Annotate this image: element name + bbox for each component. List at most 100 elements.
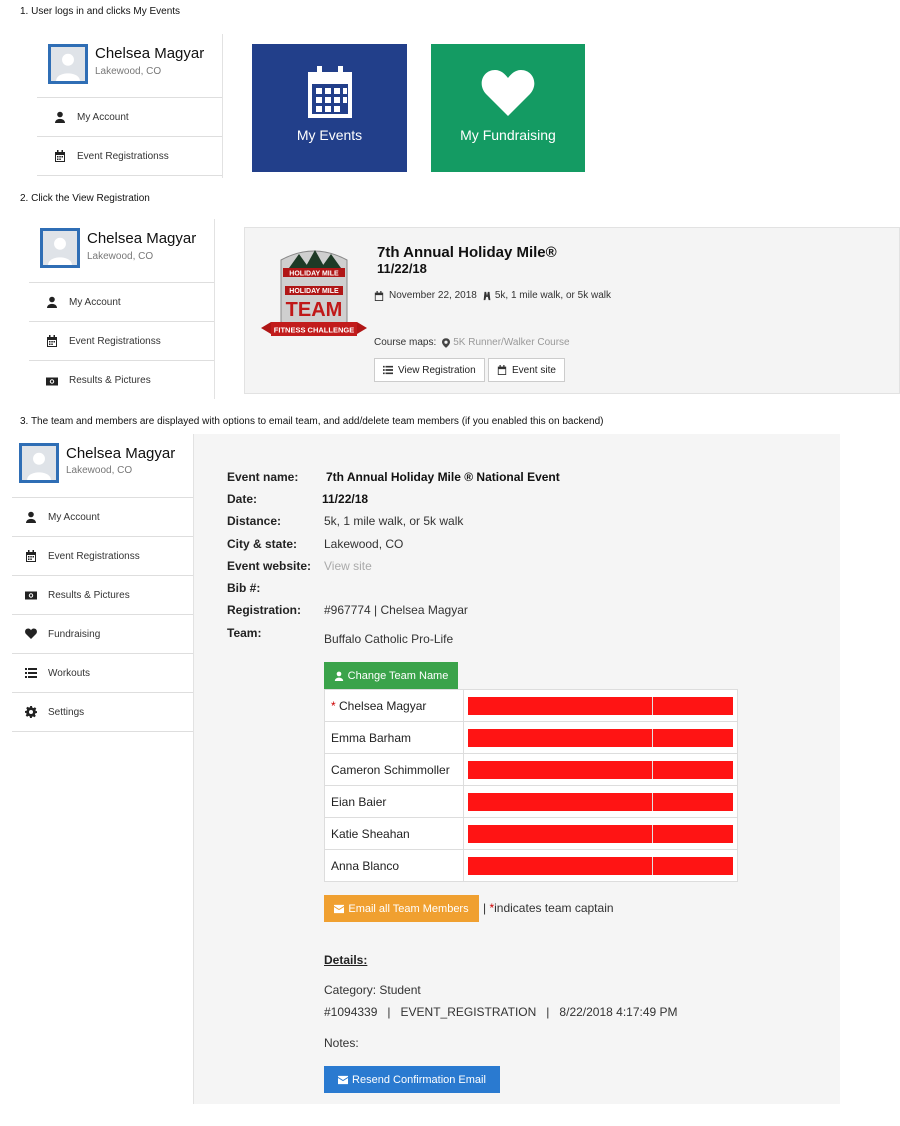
avatar <box>40 228 80 268</box>
email-all-team-members-button[interactable]: Email all Team Members <box>324 895 479 922</box>
label-city-state: City & state: <box>227 537 298 551</box>
avatar <box>48 44 88 84</box>
camera-icon <box>24 588 38 602</box>
sidebar-item-event-registrations[interactable]: Event Registrationss <box>37 137 222 176</box>
sidebar-item-label: My Account <box>48 511 100 523</box>
envelope-icon <box>334 904 345 913</box>
member-redacted-cell <box>463 721 738 754</box>
event-distances: 5k, 1 mile walk, or 5k walk <box>494 290 611 301</box>
member-name: Katie Sheahan <box>331 826 410 841</box>
sidebar-step2: Chelsea Magyar Lakewood, CO My Account E… <box>29 219 215 399</box>
label-date: Date: <box>227 492 258 506</box>
event-website-link[interactable]: View site <box>324 559 372 573</box>
my-fundraising-tile[interactable]: My Fundraising <box>431 44 585 172</box>
value-date: 11/22/18 <box>322 492 369 506</box>
course-maps-label: Course maps: <box>374 337 437 348</box>
value-registration: #967774 | Chelsea Magyar <box>324 603 468 617</box>
sidebar-item-label: Results & Pictures <box>69 375 151 386</box>
member-name-cell: Emma Barham <box>324 721 464 754</box>
details-heading: Details: <box>324 953 368 967</box>
sidebar-item-settings[interactable]: Settings <box>12 693 193 732</box>
captain-note-text: indicates team captain <box>494 901 614 915</box>
sidebar-item-event-registrations[interactable]: Event Registrationss <box>12 537 193 576</box>
sidebar-item-fundraising[interactable]: Fundraising <box>12 615 193 654</box>
member-name-cell: Anna Blanco <box>324 849 464 882</box>
course-map-link[interactable]: 5K Runner/Walker Course <box>453 337 569 348</box>
user-icon <box>53 110 67 124</box>
user-icon <box>24 510 38 524</box>
sidebar-item-event-registrations[interactable]: Event Registrationss <box>29 322 214 361</box>
map-pin-icon <box>442 337 451 348</box>
event-date-long: November 22, 2018 <box>389 290 477 301</box>
table-row: Katie Sheahan <box>324 817 738 850</box>
sidebar-item-label: Settings <box>48 706 85 718</box>
tile-label: My Events <box>296 127 363 143</box>
value-distance: 5k, 1 mile walk, or 5k walk <box>324 514 464 528</box>
profile-location: Lakewood, CO <box>95 66 162 77</box>
member-name: Eian Baier <box>331 794 387 809</box>
label-distance: Distance: <box>227 514 282 528</box>
sidebar-item-label: My Account <box>77 111 129 123</box>
sidebar-item-my-account[interactable]: My Account <box>37 98 222 137</box>
member-redacted-cell <box>463 849 738 882</box>
calendar-icon <box>307 66 352 118</box>
member-name: Chelsea Magyar <box>339 698 427 713</box>
team-members-table: * Chelsea Magyar Emma Barham Cameron Sch… <box>324 689 738 882</box>
sidebar-item-label: Workouts <box>48 667 91 679</box>
profile-block[interactable]: Chelsea Magyar Lakewood, CO <box>37 34 222 98</box>
list-icon <box>24 666 38 680</box>
redaction-bar <box>468 856 733 875</box>
redaction-bar <box>468 696 733 715</box>
table-row: Eian Baier <box>324 785 738 818</box>
event-meta: November 22, 2018 5k, 1 mile walk, or 5k… <box>374 290 611 301</box>
profile-location: Lakewood, CO <box>87 251 154 262</box>
value-city-state: Lakewood, CO <box>324 537 404 551</box>
member-name: Emma Barham <box>331 730 412 745</box>
button-label: Event site <box>512 364 556 376</box>
member-name-cell: Cameron Schimmoller <box>324 753 464 786</box>
profile-block[interactable]: Chelsea Magyar Lakewood, CO <box>12 434 193 498</box>
profile-location: Lakewood, CO <box>66 465 133 476</box>
member-name-cell: * Chelsea Magyar <box>324 689 464 722</box>
event-site-button[interactable]: Event site <box>488 358 565 382</box>
my-events-tile[interactable]: My Events <box>252 44 407 172</box>
label-bib: Bib #: <box>227 581 261 595</box>
resend-confirmation-email-button[interactable]: Resend Confirmation Email <box>324 1066 500 1093</box>
button-label: View Registration <box>398 364 476 376</box>
user-icon <box>334 671 343 681</box>
sidebar-item-workouts[interactable]: Workouts <box>12 654 193 693</box>
table-row: * Chelsea Magyar <box>324 689 738 722</box>
calendar-icon <box>374 290 384 301</box>
registration-category: Category: Student <box>324 983 421 997</box>
camera-icon <box>45 374 59 388</box>
holiday-mile-logo: HOLIDAY MILE HOLIDAY MILE TEAM FITNESS C… <box>261 250 367 336</box>
step-1-caption: 1. User logs in and clicks My Events <box>20 6 181 17</box>
registration-line: #1094339 | EVENT_REGISTRATION | 8/22/201… <box>324 1005 678 1019</box>
table-row: Anna Blanco <box>324 849 738 882</box>
member-redacted-cell <box>463 753 738 786</box>
change-team-name-button[interactable]: Change Team Name <box>324 662 458 689</box>
sidebar-item-label: My Account <box>69 296 121 308</box>
calendar-icon <box>45 334 59 348</box>
sidebar-item-results-pictures[interactable]: Results & Pictures <box>29 361 214 400</box>
profile-block[interactable]: Chelsea Magyar Lakewood, CO <box>29 219 214 283</box>
member-name-cell: Eian Baier <box>324 785 464 818</box>
profile-name: Chelsea Magyar <box>66 445 176 462</box>
envelope-icon <box>338 1075 349 1084</box>
calendar-icon <box>497 365 507 375</box>
sidebar-item-my-account[interactable]: My Account <box>29 283 214 322</box>
sidebar-item-label: Event Registrationss <box>69 335 161 347</box>
redaction-bar <box>468 792 733 811</box>
sidebar-item-my-account[interactable]: My Account <box>12 498 193 537</box>
view-registration-button[interactable]: View Registration <box>374 358 485 382</box>
member-redacted-cell <box>463 785 738 818</box>
event-title: 7th Annual Holiday Mile® <box>377 244 557 261</box>
value-team: Buffalo Catholic Pro-Life <box>324 632 454 646</box>
member-name: Anna Blanco <box>331 858 400 873</box>
calendar-icon <box>24 549 38 563</box>
label-registration: Registration: <box>227 603 302 617</box>
registration-details-panel: Event name: 7th Annual Holiday Mile ® Na… <box>194 434 840 1104</box>
sidebar-item-results-pictures[interactable]: Results & Pictures <box>12 576 193 615</box>
svg-text:FITNESS CHALLENGE: FITNESS CHALLENGE <box>274 326 354 335</box>
runner-icon <box>483 291 491 300</box>
